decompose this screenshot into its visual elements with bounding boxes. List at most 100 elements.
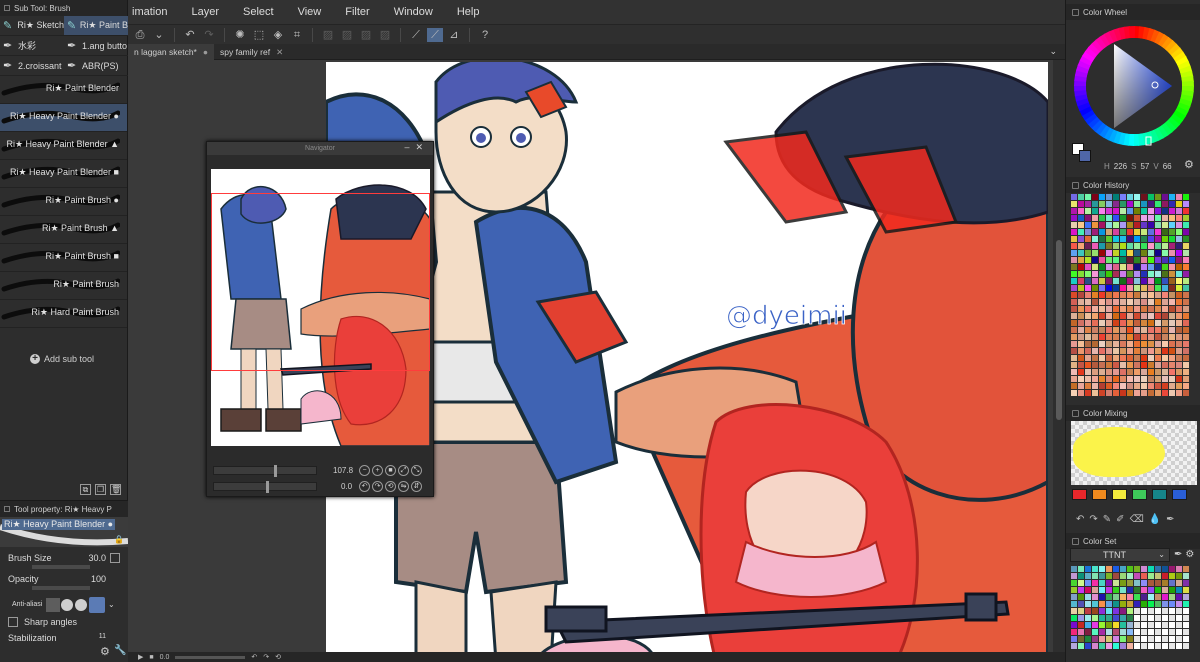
color-swatch[interactable] [1162, 313, 1168, 319]
color-swatch[interactable] [1078, 580, 1084, 586]
color-swatch[interactable] [1092, 320, 1098, 326]
color-swatch[interactable] [1155, 348, 1161, 354]
color-swatch[interactable] [1155, 334, 1161, 340]
color-swatch[interactable] [1085, 208, 1091, 214]
color-swatch[interactable] [1169, 264, 1175, 270]
color-swatch[interactable] [1085, 222, 1091, 228]
color-swatch[interactable] [1162, 362, 1168, 368]
stabilization-row[interactable]: Stabilization 11 [8, 633, 120, 643]
menu-window[interactable]: Window [394, 6, 433, 18]
color-swatch[interactable] [1113, 320, 1119, 326]
brush-item[interactable]: Ri★ Paint Brush [0, 272, 127, 300]
color-swatch[interactable] [1169, 222, 1175, 228]
color-swatch[interactable] [1127, 208, 1133, 214]
color-swatch[interactable] [1155, 615, 1161, 621]
color-swatch[interactable] [1155, 229, 1161, 235]
color-swatch[interactable] [1127, 285, 1133, 291]
color-swatch[interactable] [1176, 222, 1182, 228]
color-swatch[interactable] [1155, 566, 1161, 572]
color-swatch[interactable] [1085, 608, 1091, 614]
color-swatch[interactable] [1099, 320, 1105, 326]
color-swatch[interactable] [1113, 278, 1119, 284]
color-swatch[interactable] [1134, 271, 1140, 277]
document-tab[interactable]: spy family ref ✕ [214, 44, 289, 60]
color-swatch[interactable] [1106, 257, 1112, 263]
color-swatch[interactable] [1134, 229, 1140, 235]
color-swatch[interactable] [1141, 573, 1147, 579]
transform-icon[interactable]: ▨ [377, 28, 393, 42]
color-swatch[interactable] [1078, 622, 1084, 628]
color-swatch[interactable] [1106, 250, 1112, 256]
color-swatch[interactable] [1162, 643, 1168, 649]
color-swatch[interactable] [1183, 587, 1189, 593]
color-swatch[interactable] [1120, 622, 1126, 628]
color-swatch[interactable] [1092, 573, 1098, 579]
color-swatch[interactable] [1071, 285, 1077, 291]
color-swatch[interactable] [1176, 629, 1182, 635]
color-swatch[interactable] [1078, 376, 1084, 382]
color-swatch[interactable] [1169, 629, 1175, 635]
color-swatch[interactable] [1092, 643, 1098, 649]
color-swatch[interactable] [1155, 194, 1161, 200]
color-swatch[interactable] [1085, 243, 1091, 249]
color-swatch[interactable] [1155, 257, 1161, 263]
color-swatch[interactable] [1099, 327, 1105, 333]
color-swatch[interactable] [1092, 306, 1098, 312]
brush-size-row[interactable]: Brush Size 30.0 [8, 553, 120, 569]
color-swatch[interactable] [1148, 257, 1154, 263]
color-swatch[interactable] [1106, 390, 1112, 396]
color-swatch[interactable] [1078, 271, 1084, 277]
color-swatch[interactable] [1120, 285, 1126, 291]
color-swatch[interactable] [1113, 566, 1119, 572]
color-swatch[interactable] [1162, 257, 1168, 263]
color-swatch[interactable] [1085, 250, 1091, 256]
color-swatch[interactable] [1099, 243, 1105, 249]
scrollbar-thumb[interactable] [1056, 240, 1062, 420]
color-swatch[interactable] [1169, 215, 1175, 221]
color-swatch[interactable] [1127, 376, 1133, 382]
color-swatch[interactable] [1127, 348, 1133, 354]
color-swatch[interactable] [1092, 629, 1098, 635]
color-swatch[interactable] [1113, 313, 1119, 319]
color-swatch[interactable] [1078, 608, 1084, 614]
color-swatch[interactable] [1176, 573, 1182, 579]
color-swatch[interactable] [1092, 390, 1098, 396]
color-swatch[interactable] [1106, 608, 1112, 614]
color-swatch[interactable] [1134, 615, 1140, 621]
color-swatch[interactable] [1078, 369, 1084, 375]
color-mixing-header[interactable]: Color Mixing [1066, 405, 1200, 421]
eraser-icon[interactable]: ⌫ [1130, 514, 1144, 525]
color-wheel[interactable] [1072, 24, 1196, 148]
color-swatch[interactable] [1120, 243, 1126, 249]
color-swatch[interactable] [1183, 215, 1189, 221]
color-swatch[interactable] [1183, 306, 1189, 312]
color-swatch[interactable] [1141, 236, 1147, 242]
color-swatch[interactable] [1169, 327, 1175, 333]
color-swatch[interactable] [1134, 236, 1140, 242]
color-swatch[interactable] [1183, 383, 1189, 389]
color-swatch[interactable] [1120, 636, 1126, 642]
color-swatch[interactable] [1113, 622, 1119, 628]
color-swatch[interactable] [1155, 376, 1161, 382]
color-swatch[interactable] [1148, 362, 1154, 368]
color-swatch[interactable] [1078, 348, 1084, 354]
color-swatch[interactable] [1120, 313, 1126, 319]
color-swatch[interactable] [1120, 194, 1126, 200]
color-swatch[interactable] [1162, 194, 1168, 200]
color-swatch[interactable] [1092, 601, 1098, 607]
navigator-zoom-slider[interactable] [213, 465, 317, 477]
color-swatch[interactable] [1078, 566, 1084, 572]
color-swatch[interactable] [1148, 320, 1154, 326]
color-swatch[interactable] [1078, 327, 1084, 333]
trash-icon[interactable]: 🗑 [110, 484, 121, 495]
color-swatch[interactable] [1162, 320, 1168, 326]
color-swatch[interactable] [1148, 348, 1154, 354]
color-swatch[interactable] [1078, 636, 1084, 642]
color-swatch[interactable] [1162, 208, 1168, 214]
color-swatch[interactable] [1085, 285, 1091, 291]
color-swatch[interactable] [1099, 376, 1105, 382]
color-swatch[interactable] [1134, 257, 1140, 263]
document-tab-active[interactable]: n laggan sketch* ● [128, 44, 214, 60]
lock-icon[interactable]: 🔒 [114, 535, 124, 544]
color-swatch[interactable] [1141, 229, 1147, 235]
